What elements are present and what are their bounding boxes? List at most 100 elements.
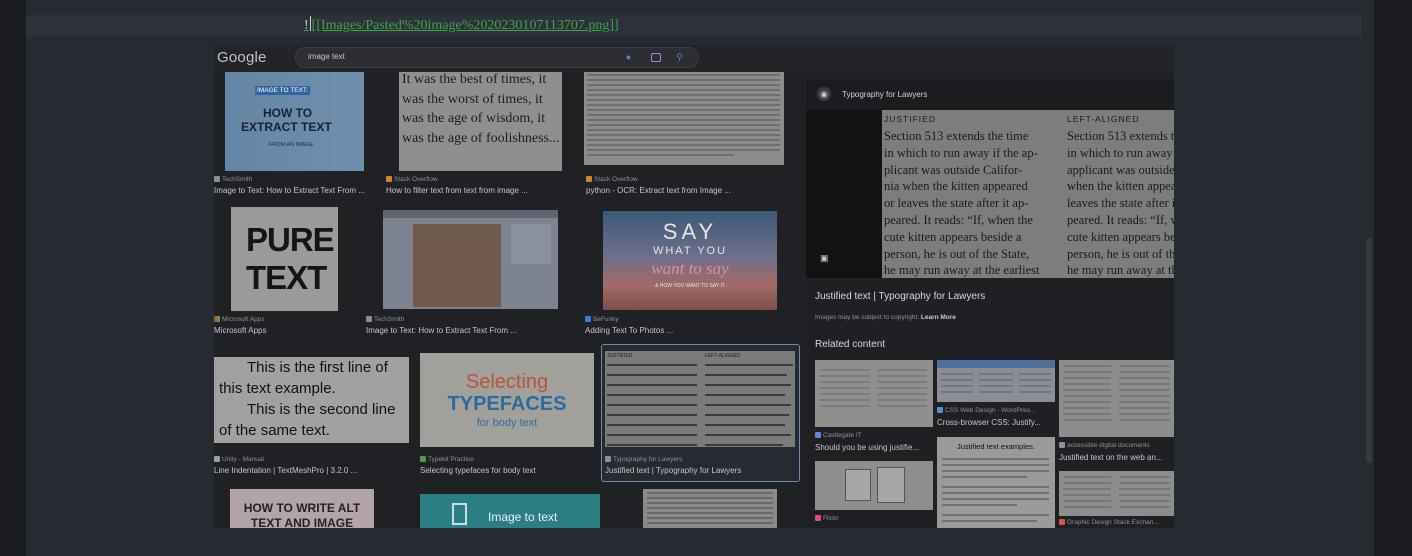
say-line3: want to say [651,259,729,278]
justified-lines [607,364,793,446]
microphone-icon[interactable]: ● [623,52,634,63]
lens-icon[interactable] [651,53,661,62]
embed-target[interactable]: [[Images/Pasted%20image%2020230107113707… [312,18,619,33]
thumb-dickens[interactable]: It was the best of times, it was the wor… [399,72,562,171]
thumb-pure-text[interactable]: PURE TEXT [231,207,338,311]
related-title[interactable]: Should you be using justifie... [815,443,919,452]
result-source: BeFunky [585,316,619,323]
related-title[interactable]: Justified text on the web an... [1059,453,1163,462]
thumb-screenshot-app[interactable] [383,210,558,309]
search-query[interactable]: image text [308,52,345,61]
copyright-note: Images may be subject to copyright. Lear… [815,314,956,321]
techsmith-line3: FROM AN IMAGE [269,142,314,148]
related-text-lines [942,458,1049,522]
preview-image[interactable]: JUSTIFIED LEFT-ALIGNED Section 513 exten… [882,110,1174,278]
panel-header: ◉ Typography for Lawyers [806,79,1174,110]
thumb-justified-text[interactable]: JUSTIFIED LEFT-ALIGNED [605,351,795,447]
related-title[interactable]: Cross-browser CSS: Justify... [937,418,1041,427]
preview-left-dark: ▣ [806,110,882,278]
unity-line4: of the same text. [219,422,330,439]
result-source: TechSmith [214,176,252,183]
related-thumb[interactable] [937,360,1055,402]
x-icon [366,316,372,322]
result-title[interactable]: Selecting typefaces for body text [420,466,536,475]
active-line[interactable] [26,15,1362,37]
preview-panel: ◉ Typography for Lawyers ▣ JUSTIFIED LEF… [806,79,1174,528]
result-title[interactable]: Microsoft Apps [214,326,266,335]
related-source: CSS Web Design - WordPres... [937,407,1035,414]
right-gutter [1374,0,1412,556]
related-thumb[interactable] [1059,471,1174,516]
thumb-typefaces[interactable]: Selecting TYPEFACES for body text [420,353,594,447]
related-heading: Related content [815,339,886,350]
dickens-quote: It was the best of times, it was the wor… [402,72,560,146]
image-embed-link[interactable]: ! [[Images/Pasted%20image%202023010711370… [304,16,619,34]
result-source: Typography for Lawyers [605,456,682,463]
site-icon [815,432,821,438]
related-thumb[interactable] [815,360,933,427]
techsmith-badge: IMAGE TO TEXT: [255,86,310,95]
typeface-line2: TYPEFACES [447,393,567,415]
result-title[interactable]: Adding Text To Photos ... [585,326,673,335]
say-line4: & HOW YOU WANT TO SAY IT [655,283,725,289]
dense-text-lines [587,74,780,156]
result-title[interactable]: Justified text | Typography for Lawyers [605,466,741,475]
panel-site[interactable]: Typography for Lawyers [842,90,927,99]
microsoft-icon [214,316,220,322]
thumb-unity-text[interactable]: This is the first line of this text exam… [214,357,409,443]
result-title[interactable]: Image to Text: How to Extract Text From … [366,326,517,335]
related-text-lines [1063,476,1170,508]
site-icon [937,407,943,413]
thumb-ocr-text[interactable] [584,72,784,165]
befunky-icon [585,316,591,322]
related-thumb[interactable] [1059,360,1174,437]
learn-more-link[interactable]: Learn More [921,314,956,321]
result-source: Typekit Practice [420,456,474,463]
say-line2: WHAT YOU [652,245,728,257]
globe-icon [605,456,611,462]
related-thumb[interactable] [815,461,933,510]
unity-line3: This is the second line [247,401,396,418]
google-logo[interactable]: Google [217,49,267,66]
typeface-line3: for body text [476,417,538,429]
related-source: Castlegate IT [815,432,862,439]
thumb-techsmith[interactable]: IMAGE TO TEXT: HOW TO EXTRACT TEXT FROM … [225,72,364,171]
google-header: Google image text ● ⚲ [214,45,1174,72]
typeface-line1: Selecting [465,371,549,393]
result-title[interactable]: How to filter text from text from image … [386,186,528,195]
search-box[interactable]: image text ● ⚲ [295,47,699,68]
result-source: TechSmith [366,316,404,323]
typekit-icon [420,456,426,462]
alt-line1: HOW TO WRITE ALT [243,501,361,515]
thumb-image-to-text[interactable]: Image to text [420,494,600,528]
scrollbar[interactable] [1366,238,1372,463]
related-source: accessible digital documents [1059,442,1150,449]
thumb-newspaper[interactable] [643,489,777,528]
thumb-alt-text[interactable]: HOW TO WRITE ALT TEXT AND IMAGE [230,489,374,528]
left-gutter [0,0,26,556]
result-source: Stack Overflow [386,176,438,183]
result-source: Microsoft Apps [214,316,265,323]
unity-icon [214,456,220,462]
thumb-say-what[interactable]: SAY WHAT YOU want to say & HOW YOU WANT … [603,211,777,310]
fullscreen-icon[interactable]: ▣ [820,253,829,264]
preview-heading-left: LEFT-ALIGNED [1067,114,1140,124]
document-icon [452,503,467,525]
search-icon[interactable]: ⚲ [674,52,685,63]
result-title[interactable]: Image to Text: How to Extract Text From … [214,186,365,195]
panel-title[interactable]: Justified text | Typography for Lawyers [815,291,985,302]
related-text-lines [941,373,1051,393]
related-text-lines [1063,365,1170,421]
result-title[interactable]: Line Indentation | TextMeshPro | 3.2.0 .… [214,466,357,475]
preview-heading-justified: JUSTIFIED [884,114,936,124]
pure-line2: TEXT [246,259,327,296]
result-source: Unity - Manual [214,456,264,463]
x-icon [214,176,220,182]
stack-overflow-icon [586,176,592,182]
related-source: Graphic Design Stack Exchan... [1059,519,1159,526]
embedded-screenshot: Google image text ● ⚲ IMAGE TO TEXT: HOW… [214,45,1174,528]
related-thumb[interactable]: Justified text examples. [937,437,1055,528]
result-title[interactable]: python - OCR: Extract text from Image ..… [586,186,731,195]
img2text-label: Image to text [488,510,558,524]
preview-justified-text: Section 513 extends the time in which to … [884,129,1040,278]
